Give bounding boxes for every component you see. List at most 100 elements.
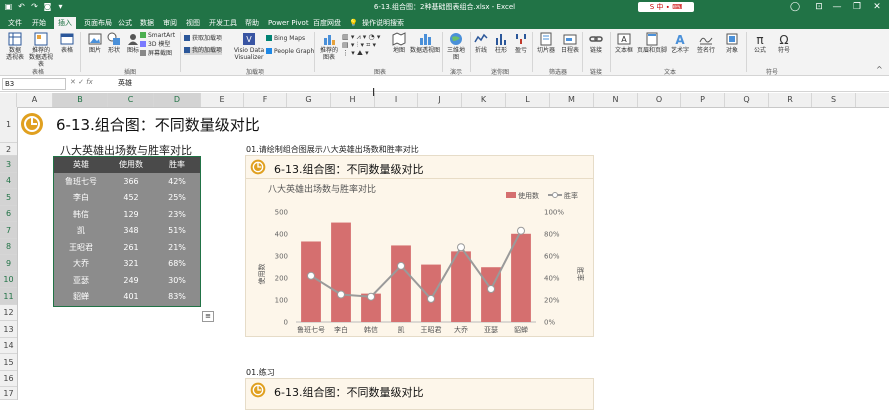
tab-data[interactable]: 数据 [136,17,158,29]
equation-button[interactable]: π 公式 [747,32,773,54]
sparkline-winloss-button[interactable]: 盈亏 [511,32,531,54]
row-header[interactable]: 12 [0,305,17,321]
column-header[interactable]: K [462,93,506,107]
signature-line-button[interactable]: 签名行 [693,32,719,54]
row-header[interactable]: 17 [0,387,17,400]
table-cell[interactable]: 李白 [54,190,108,206]
column-header[interactable]: Q [725,93,769,107]
recommended-pivot-button[interactable]: 推荐的 数据透视表 [28,32,54,68]
tab-insert[interactable]: 插入 [54,17,76,29]
row-header[interactable]: 7 [0,222,17,239]
row-header[interactable]: 9 [0,255,17,272]
column-header[interactable]: B [53,93,108,107]
row-header[interactable]: 1 [0,107,17,143]
row-header[interactable]: 10 [0,272,17,288]
table-cell[interactable]: 韩信 [54,207,108,223]
table-cell[interactable]: 23% [154,207,200,223]
sparkline-column-button[interactable]: 柱形 [491,32,511,54]
column-header[interactable]: O [638,93,681,107]
table-cell[interactable]: 452 [108,190,154,206]
minimize-button[interactable]: — [830,1,844,13]
fx-icon[interactable]: ✕ ✓ fx [70,78,93,86]
tab-page-layout[interactable]: 页面布局 [80,17,116,29]
ribbon-display-icon[interactable]: ⊡ [812,1,826,13]
table-cell[interactable]: 鲁班七号 [54,174,108,190]
maximize-button[interactable]: ❐ [850,1,864,13]
column-header[interactable]: H [331,93,375,107]
row-header[interactable]: 14 [0,338,17,354]
row-header[interactable]: 11 [0,288,17,305]
tab-file[interactable]: 文件 [4,17,26,29]
3d-model-button[interactable]: 3D 模型 [140,41,170,49]
map-chart-button[interactable]: 地图 [386,32,412,54]
pivot-table-button[interactable]: 数据 透视表 [2,32,28,61]
column-header[interactable]: L [506,93,550,107]
pivot-chart-button[interactable]: 数据透视图 [410,32,440,54]
tab-developer[interactable]: 开发工具 [205,17,241,29]
formula-input[interactable]: 英雄 [118,78,132,88]
table-button[interactable]: 表格 [54,32,80,54]
recommended-charts-button[interactable]: 推荐的 图表 [316,32,342,61]
column-header[interactable]: D [154,93,201,107]
table-cell[interactable]: 51% [154,223,200,239]
column-header[interactable]: N [594,93,638,107]
people-graph-button[interactable]: People Graph [266,48,314,56]
row-header[interactable]: 5 [0,189,17,206]
object-button[interactable]: 对象 [719,32,745,54]
tab-formulas[interactable]: 公式 [114,17,136,29]
column-header[interactable]: C [108,93,154,107]
table-cell[interactable]: 348 [108,223,154,239]
row-header[interactable]: 16 [0,371,17,387]
select-all-button[interactable] [0,93,17,107]
column-header[interactable]: M [550,93,594,107]
table-cell[interactable]: 21% [154,240,200,256]
table-header-cell[interactable]: 英雄 [54,157,108,173]
account-icon[interactable]: ◯ [788,1,802,13]
table-cell[interactable]: 401 [108,289,154,305]
table-cell[interactable]: 261 [108,240,154,256]
screenshot-button[interactable]: 屏幕截图 [140,50,172,58]
table-cell[interactable]: 貂蝉 [54,289,108,305]
table-cell[interactable]: 83% [154,289,200,305]
column-header[interactable]: F [244,93,287,107]
column-header[interactable]: J [418,93,462,107]
table-cell[interactable]: 30% [154,273,200,289]
table-header-cell[interactable]: 胜率 [154,157,200,173]
wordart-button[interactable]: A 艺术字 [667,32,693,54]
timeline-button[interactable]: 日程表 [557,32,583,54]
table-cell[interactable]: 凯 [54,223,108,239]
header-footer-button[interactable]: 页眉和页脚 [637,32,667,54]
tab-power-pivot[interactable]: Power Pivot [264,17,313,29]
table-cell[interactable]: 大乔 [54,256,108,272]
row-header[interactable]: 6 [0,206,17,222]
row-header[interactable]: 13 [0,321,17,338]
my-addins-button[interactable]: 我的加载项 [184,47,223,55]
column-header[interactable]: P [681,93,725,107]
row-header[interactable]: 8 [0,239,17,255]
table-cell[interactable]: 366 [108,174,154,190]
name-box[interactable]: B3 [2,78,66,90]
row-header[interactable]: 3 [0,156,17,173]
symbol-button[interactable]: Ω 符号 [771,32,797,54]
column-header[interactable]: S [812,93,856,107]
visio-visualizer-button[interactable]: V Visio Data Visualizer [233,32,265,61]
tab-home[interactable]: 开始 [28,17,50,29]
link-button[interactable]: 链接 [583,32,609,54]
practice-card[interactable]: 6-13.组合图：不同数量级对比 [245,378,594,410]
row-header[interactable]: 15 [0,354,17,371]
chart-legend[interactable]: 使用数 胜率 [506,191,578,200]
tab-view[interactable]: 视图 [182,17,204,29]
tab-help[interactable]: 帮助 [241,17,263,29]
textbox-button[interactable]: A 文本框 [611,32,637,54]
slicer-button[interactable]: 切片器 [533,32,559,54]
row-header[interactable]: 2 [0,143,17,156]
tab-review[interactable]: 审阅 [159,17,181,29]
bing-maps-button[interactable]: Bing Maps [266,35,305,43]
table-cell[interactable]: 249 [108,273,154,289]
3d-map-button[interactable]: 三维地图 [443,32,469,61]
smartart-button[interactable]: SmartArt [140,32,175,40]
table-cell[interactable]: 68% [154,256,200,272]
sparkline-line-button[interactable]: 折线 [471,32,491,54]
quick-analysis-icon[interactable]: ≡ [202,311,214,322]
table-cell[interactable]: 王昭君 [54,240,108,256]
